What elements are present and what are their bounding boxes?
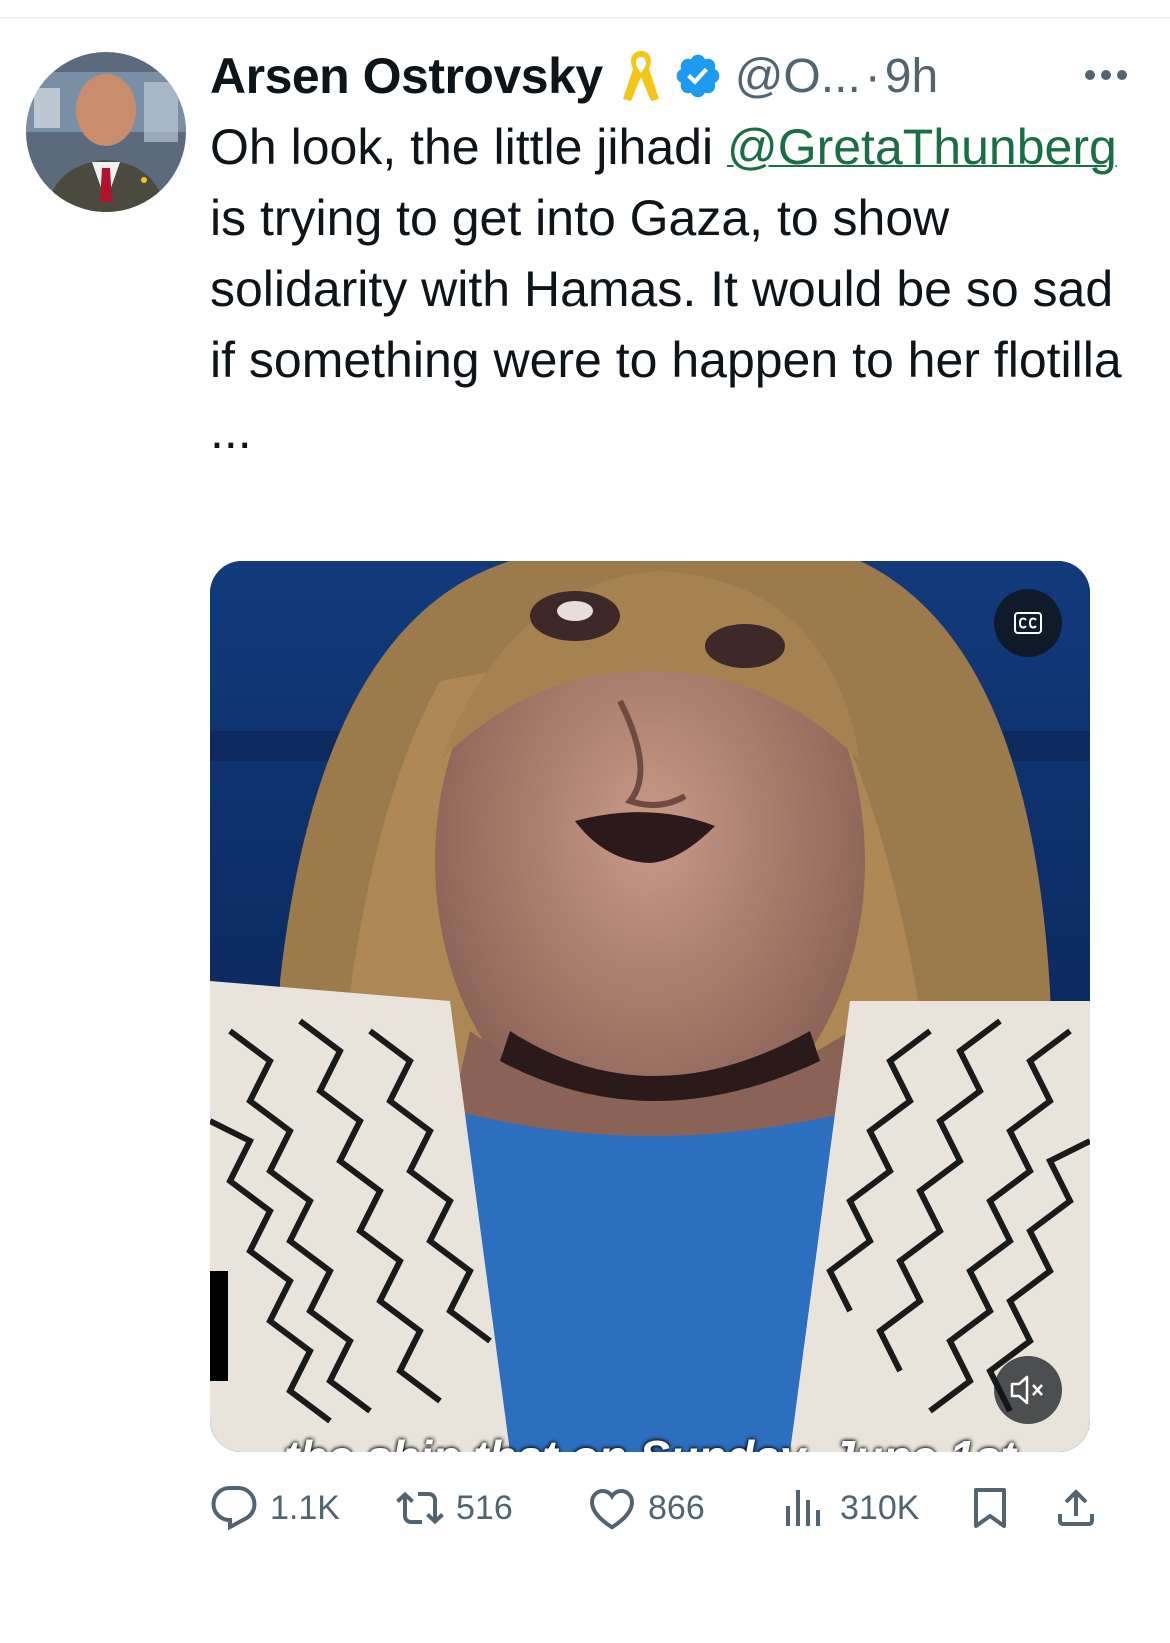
reply-icon	[211, 1486, 257, 1531]
repost-count: 516	[456, 1488, 513, 1527]
like-count: 866	[648, 1488, 705, 1527]
mention-link[interactable]: @GretaThunberg	[727, 119, 1117, 175]
display-name[interactable]: Arsen Ostrovsky	[210, 47, 603, 105]
post-text-start: Oh look, the little jihadi	[210, 119, 727, 175]
bookmark-button[interactable]	[966, 1478, 1014, 1538]
repost-button[interactable]: 516	[396, 1478, 513, 1538]
top-divider	[0, 17, 1170, 19]
post-text-end: is trying to get into Gaza, to show soli…	[210, 190, 1122, 459]
unmute-button[interactable]	[994, 1356, 1062, 1424]
captions-button[interactable]	[994, 589, 1062, 657]
share-button[interactable]	[1052, 1478, 1100, 1538]
video-player[interactable]: the ship that on Sunday, June 1st	[210, 561, 1090, 1452]
video-subtitle: the ship that on Sunday, June 1st	[210, 1430, 1090, 1452]
separator-dot: ·	[864, 49, 881, 103]
avatar[interactable]	[26, 52, 186, 212]
mute-icon	[1010, 1375, 1043, 1405]
like-icon	[589, 1488, 635, 1530]
action-bar: 1.1K 516 866 310K	[210, 1478, 1110, 1538]
views-count: 310K	[840, 1488, 920, 1527]
views-icon	[786, 1490, 820, 1526]
yellow-ribbon-icon	[622, 51, 659, 101]
post-text: Oh look, the little jihadi @GretaThunber…	[210, 112, 1140, 467]
share-icon	[1058, 1489, 1094, 1526]
post-timestamp[interactable]: 9h	[885, 49, 938, 104]
reply-count: 1.1K	[270, 1488, 340, 1527]
verified-badge-icon	[676, 54, 720, 98]
author-handle[interactable]: @O...	[735, 49, 861, 104]
video-frame	[210, 561, 1090, 1452]
views-button[interactable]: 310K	[780, 1478, 919, 1538]
like-button[interactable]: 866	[588, 1478, 705, 1538]
post-header: Arsen Ostrovsky @O... · 9h	[210, 44, 1150, 108]
reply-button[interactable]: 1.1K	[210, 1478, 340, 1538]
cc-icon	[1014, 612, 1042, 634]
more-icon[interactable]	[1076, 50, 1136, 100]
bookmark-icon	[974, 1488, 1006, 1528]
repost-icon	[396, 1491, 444, 1525]
